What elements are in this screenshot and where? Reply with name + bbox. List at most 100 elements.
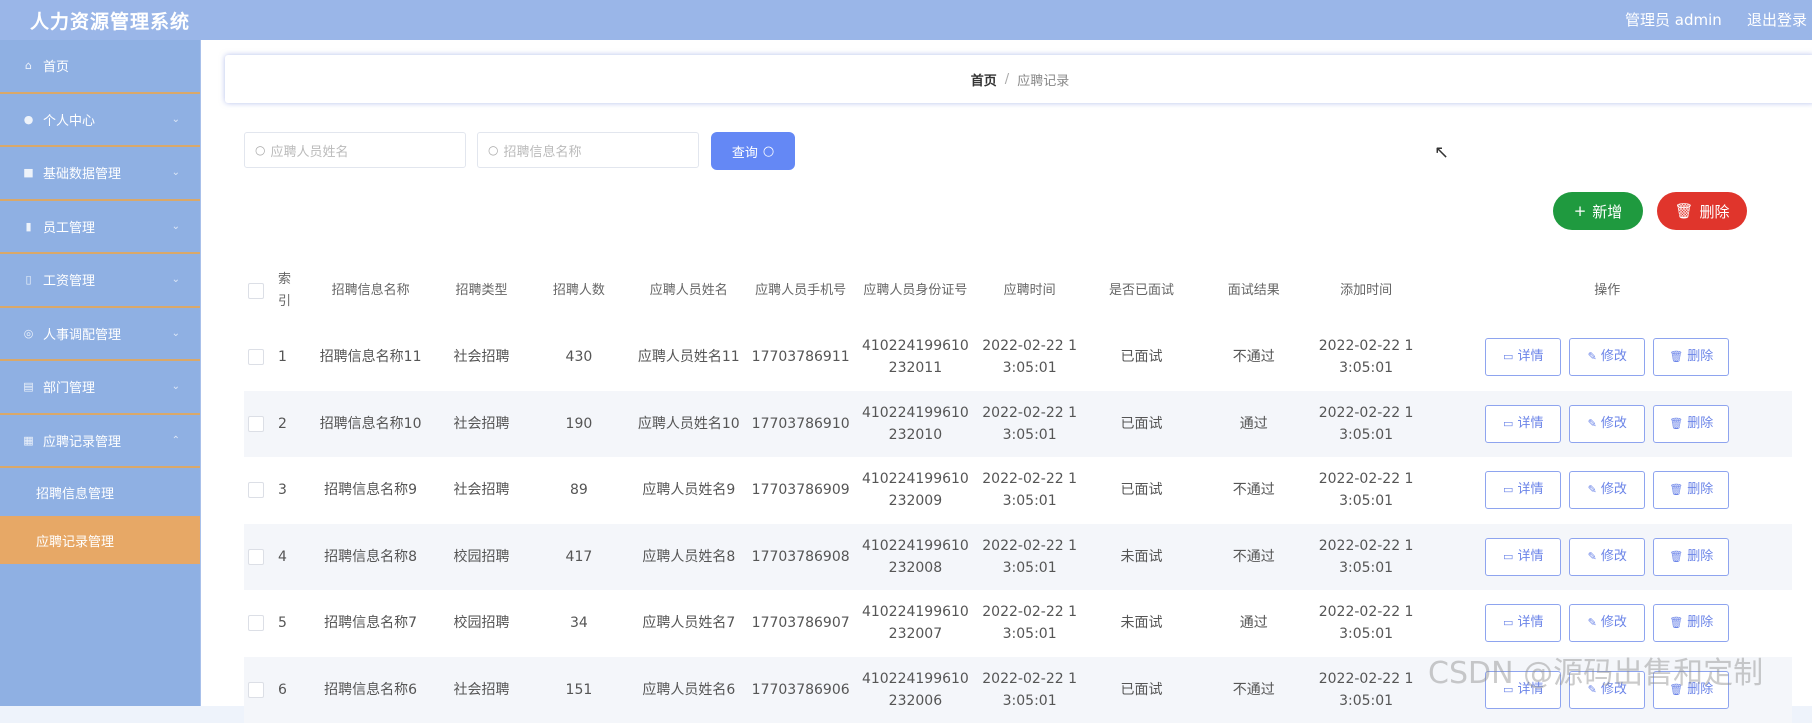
sidebar-item-base-data[interactable]: ■ 基础数据管理 ⌄ <box>0 147 200 201</box>
chevron-down-icon: ⌄ <box>172 381 180 392</box>
sidebar-item-label: 应聘记录管理 <box>43 431 121 450</box>
col-header-recruit-type[interactable]: 招聘类型 <box>438 280 525 302</box>
breadcrumb-current: 应聘记录 <box>1017 70 1069 89</box>
cell-add-time: 2022-02-22 13:05:01 <box>1310 668 1423 712</box>
home-icon: ⌂ <box>22 59 35 72</box>
sidebar-subitem-application-records[interactable]: 应聘记录管理 <box>0 516 200 564</box>
sidebar-item-home[interactable]: ⌂ 首页 <box>0 40 200 94</box>
col-header-index[interactable]: 索引 <box>264 269 303 313</box>
detail-button[interactable]: ▭详情 <box>1485 405 1561 443</box>
row-actions: ▭详情✎修改🗑删除 <box>1423 471 1793 509</box>
row-checkbox[interactable] <box>248 416 264 432</box>
chevron-down-icon: ⌄ <box>172 114 180 125</box>
chevron-down-icon: ⌄ <box>172 221 180 232</box>
row-select-cell <box>244 482 264 498</box>
document-icon: ▭ <box>1503 413 1513 435</box>
document-icon: ▭ <box>1503 546 1513 568</box>
col-header-apply-time[interactable]: 应聘时间 <box>974 280 1085 302</box>
add-label: 新增 <box>1592 201 1622 222</box>
user-icon: ● <box>22 113 35 126</box>
logout-link[interactable]: 退出登录 <box>1747 9 1807 30</box>
pencil-icon: ✎ <box>1588 346 1597 368</box>
cell-recruit-type: 校园招聘 <box>438 612 525 634</box>
cell-applicant-name: 应聘人员姓名9 <box>633 479 745 501</box>
sidebar-item-applications[interactable]: ▦ 应聘记录管理 ⌃ <box>0 415 200 469</box>
select-all-checkbox[interactable] <box>248 283 264 299</box>
cell-apply-time: 2022-02-22 13:05:01 <box>974 402 1085 446</box>
cell-result: 不通过 <box>1198 479 1310 501</box>
applicant-name-search-input[interactable]: ○ 应聘人员姓名 <box>244 132 466 168</box>
chevron-down-icon: ⌄ <box>172 274 180 285</box>
cell-index: 5 <box>264 612 303 634</box>
cell-apply-time: 2022-02-22 13:05:01 <box>974 601 1085 645</box>
row-checkbox[interactable] <box>248 682 264 698</box>
cell-apply-time: 2022-02-22 13:05:01 <box>974 668 1085 712</box>
batch-delete-button[interactable]: 🗑 删除 <box>1657 192 1747 230</box>
edit-button[interactable]: ✎修改 <box>1569 405 1645 443</box>
cell-index: 6 <box>264 679 303 701</box>
detail-button[interactable]: ▭详情 <box>1485 604 1561 642</box>
detail-button[interactable]: ▭详情 <box>1485 471 1561 509</box>
cell-recruit-type: 社会招聘 <box>438 346 525 368</box>
col-header-applicant-name[interactable]: 应聘人员姓名 <box>633 280 745 302</box>
table-row: 5招聘信息名称7校园招聘34应聘人员姓名71770378690741022419… <box>244 590 1792 657</box>
col-header-applicant-phone[interactable]: 应聘人员手机号 <box>745 280 857 302</box>
edit-label: 修改 <box>1601 546 1627 568</box>
col-header-recruit-count[interactable]: 招聘人数 <box>525 280 633 302</box>
breadcrumb-home[interactable]: 首页 <box>971 70 997 89</box>
sidebar-subitem-recruit-info[interactable]: 招聘信息管理 <box>0 468 200 516</box>
sidebar-item-transfer[interactable]: ◎ 人事调配管理 ⌄ <box>0 308 200 362</box>
sidebar-item-profile[interactable]: ● 个人中心 ⌄ <box>0 94 200 148</box>
cell-applicant-idcard: 410224199610232006 <box>857 668 975 712</box>
trash-icon: 🗑 <box>1669 479 1683 501</box>
cell-applicant-name: 应聘人员姓名7 <box>633 612 745 634</box>
detail-button[interactable]: ▭详情 <box>1485 338 1561 376</box>
row-checkbox[interactable] <box>248 549 264 565</box>
recruit-info-search-input[interactable]: ○ 招聘信息名称 <box>477 132 699 168</box>
cell-recruit-info: 招聘信息名称9 <box>303 479 438 501</box>
sidebar-item-staff[interactable]: ▮ 员工管理 ⌄ <box>0 201 200 255</box>
delete-row-button[interactable]: 🗑删除 <box>1653 338 1729 376</box>
delete-row-label: 删除 <box>1687 612 1713 634</box>
watermark: CSDN @源码出售和定制 <box>1428 648 1763 692</box>
chevron-down-icon: ⌄ <box>172 328 180 339</box>
row-actions: ▭详情✎修改🗑删除 <box>1423 405 1793 443</box>
detail-label: 详情 <box>1517 479 1543 501</box>
col-header-applicant-idcard[interactable]: 应聘人员身份证号 <box>857 280 975 302</box>
breadcrumb: 首页 / 应聘记录 <box>225 55 1812 103</box>
table-row: 2招聘信息名称10社会招聘190应聘人员姓名101770378691041022… <box>244 391 1792 458</box>
edit-button[interactable]: ✎修改 <box>1569 604 1645 642</box>
cell-recruit-count: 417 <box>525 546 633 568</box>
delete-row-button[interactable]: 🗑删除 <box>1653 471 1729 509</box>
delete-label: 删除 <box>1700 201 1730 222</box>
add-button[interactable]: + 新增 <box>1553 192 1643 230</box>
trash-icon: 🗑 <box>1669 546 1683 568</box>
detail-button[interactable]: ▭详情 <box>1485 538 1561 576</box>
row-checkbox[interactable] <box>248 349 264 365</box>
col-header-add-time[interactable]: 添加时间 <box>1310 280 1423 302</box>
col-header-recruit-info[interactable]: 招聘信息名称 <box>303 280 438 302</box>
query-button[interactable]: 查询 ○ <box>711 132 795 170</box>
row-checkbox[interactable] <box>248 615 264 631</box>
plus-icon: + <box>1574 202 1587 220</box>
edit-button[interactable]: ✎修改 <box>1569 471 1645 509</box>
edit-button[interactable]: ✎修改 <box>1569 538 1645 576</box>
cell-interviewed: 已面试 <box>1085 679 1198 701</box>
select-all-cell <box>244 283 264 299</box>
sidebar-item-department[interactable]: ▤ 部门管理 ⌄ <box>0 361 200 415</box>
delete-row-button[interactable]: 🗑删除 <box>1653 405 1729 443</box>
cell-recruit-count: 151 <box>525 679 633 701</box>
col-header-result[interactable]: 面试结果 <box>1198 280 1310 302</box>
col-header-interviewed[interactable]: 是否已面试 <box>1085 280 1198 302</box>
sidebar: ⌂ 首页 ● 个人中心 ⌄ ■ 基础数据管理 ⌄ ▮ 员工管理 ⌄ ▯ 工资管理… <box>0 40 201 706</box>
sidebar-item-salary[interactable]: ▯ 工资管理 ⌄ <box>0 254 200 308</box>
row-checkbox[interactable] <box>248 482 264 498</box>
delete-row-button[interactable]: 🗑删除 <box>1653 604 1729 642</box>
applicant-name-placeholder: 应聘人员姓名 <box>270 141 348 160</box>
delete-row-button[interactable]: 🗑删除 <box>1653 538 1729 576</box>
cell-add-time: 2022-02-22 13:05:01 <box>1310 335 1423 379</box>
edit-button[interactable]: ✎修改 <box>1569 338 1645 376</box>
cell-applicant-idcard: 410224199610232007 <box>857 601 975 645</box>
cell-applicant-phone: 17703786910 <box>745 413 857 435</box>
table-row: 4招聘信息名称8校园招聘417应聘人员姓名8177037869084102241… <box>244 524 1792 591</box>
